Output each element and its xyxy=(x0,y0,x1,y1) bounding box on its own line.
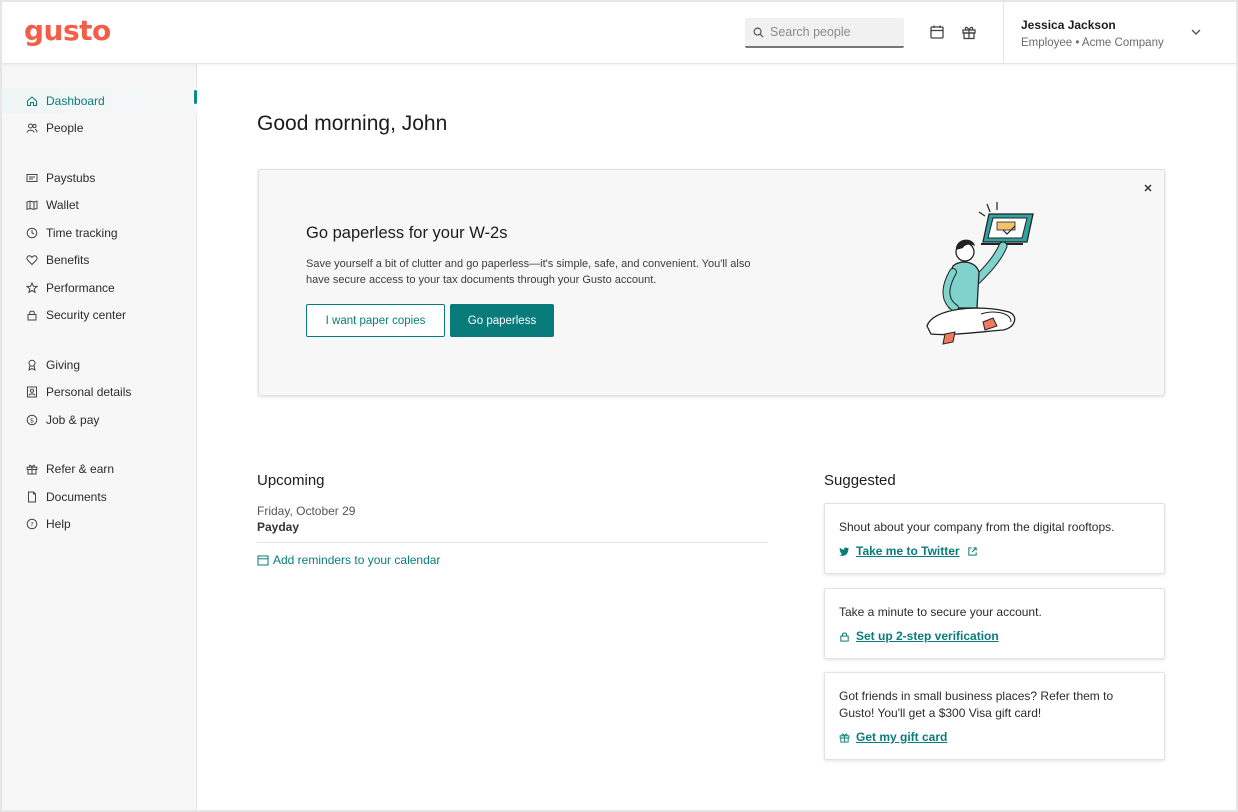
suggestion-card-referral: Got friends in small business places? Re… xyxy=(824,672,1165,760)
paperless-banner: Go paperless for your W-2s Save yourself… xyxy=(258,169,1165,396)
close-icon[interactable] xyxy=(1142,182,1154,194)
document-icon xyxy=(28,491,36,503)
sidebar-item-performance[interactable]: Performance xyxy=(2,275,197,301)
gift-card-link-label: Get my gift card xyxy=(856,730,948,744)
twitter-icon xyxy=(839,546,850,556)
sidebar-item-giving[interactable]: Giving xyxy=(2,352,197,378)
chevron-down-icon[interactable] xyxy=(1190,26,1202,38)
twitter-link-label: Take me to Twitter xyxy=(856,544,960,558)
person-laptop-illustration xyxy=(926,202,1034,345)
banner-title: Go paperless for your W-2s xyxy=(306,224,508,242)
search-box[interactable] xyxy=(745,18,904,48)
sidebar-item-label: Personal details xyxy=(46,385,132,399)
user-name: Jessica Jackson xyxy=(1021,18,1116,32)
suggestion-text: Shout about your company from the digita… xyxy=(839,520,1115,534)
sidebar-item-label: Wallet xyxy=(46,198,79,212)
gift-card-link[interactable]: Get my gift card xyxy=(839,730,1150,744)
sidebar-item-label: Documents xyxy=(46,490,107,504)
add-reminders-link[interactable]: Add reminders to your calendar xyxy=(257,553,440,567)
sidebar-item-people[interactable]: People xyxy=(2,115,197,141)
paper-copies-button[interactable]: I want paper copies xyxy=(306,304,445,337)
app-window: gusto Jessica Jackson Employee • Acme Co… xyxy=(2,2,1236,810)
star-icon xyxy=(26,282,38,294)
sidebar-item-wallet[interactable]: Wallet xyxy=(2,192,197,218)
sidebar-item-label: People xyxy=(46,121,84,135)
gusto-logo[interactable]: gusto xyxy=(24,14,111,47)
sidebar-item-help[interactable]: ? Help xyxy=(2,511,197,537)
banner-body: Save yourself a bit of clutter and go pa… xyxy=(306,258,751,286)
sidebar-item-label: Performance xyxy=(46,281,115,295)
sidebar: Dashboard People Paystubs Wallet Time tr… xyxy=(2,64,197,810)
paystub-icon xyxy=(26,174,38,182)
heart-icon xyxy=(26,255,38,266)
sidebar-item-personal-details[interactable]: Personal details xyxy=(2,379,197,405)
lock-icon xyxy=(27,310,37,321)
sidebar-item-label: Refer & earn xyxy=(46,462,115,476)
calendar-icon[interactable] xyxy=(929,24,945,40)
sidebar-item-label: Dashboard xyxy=(46,94,105,108)
gift-icon xyxy=(839,733,850,743)
search-input[interactable] xyxy=(770,25,900,39)
sidebar-item-label: Giving xyxy=(46,358,81,372)
divider xyxy=(257,542,768,543)
sidebar-item-job-pay[interactable]: $ Job & pay xyxy=(2,407,197,433)
svg-text:?: ? xyxy=(30,520,33,528)
sidebar-item-label: Help xyxy=(46,517,71,531)
sidebar-item-refer-earn[interactable]: Refer & earn xyxy=(2,456,197,482)
go-paperless-button[interactable]: Go paperless xyxy=(450,304,554,337)
sidebar-item-benefits[interactable]: Benefits xyxy=(2,247,197,273)
sidebar-item-label: Job & pay xyxy=(46,413,100,427)
add-reminders-label: Add reminders to your calendar xyxy=(273,553,441,567)
top-bar: gusto Jessica Jackson Employee • Acme Co… xyxy=(2,2,1236,64)
suggested-title: Suggested xyxy=(824,472,896,489)
suggestion-card-twitter: Shout about your company from the digita… xyxy=(824,503,1165,574)
gift-icon xyxy=(26,464,38,475)
two-step-verification-link[interactable]: Set up 2-step verification xyxy=(839,629,1150,643)
lock-icon xyxy=(840,631,849,642)
help-icon: ? xyxy=(26,518,38,530)
sidebar-item-label: Security center xyxy=(46,308,127,322)
ribbon-icon xyxy=(28,359,36,371)
upcoming-date: Friday, October 29 xyxy=(257,504,356,518)
wallet-icon xyxy=(26,200,38,210)
page-greeting: Good morning, John xyxy=(257,112,448,135)
sidebar-item-label: Benefits xyxy=(46,253,90,267)
calendar-icon xyxy=(257,555,269,566)
upcoming-title: Upcoming xyxy=(257,472,325,489)
sidebar-item-security-center[interactable]: Security center xyxy=(2,302,197,328)
sidebar-item-paystubs[interactable]: Paystubs xyxy=(2,165,197,191)
external-link-icon xyxy=(967,546,977,556)
gift-icon[interactable] xyxy=(961,24,977,40)
sidebar-item-label: Time tracking xyxy=(46,226,118,240)
people-icon xyxy=(26,123,38,133)
suggestion-text: Take a minute to secure your account. xyxy=(839,605,1042,619)
user-role: Employee • Acme Company xyxy=(1021,37,1164,49)
search-icon xyxy=(753,27,764,38)
svg-text:$: $ xyxy=(30,416,34,424)
sidebar-item-documents[interactable]: Documents xyxy=(2,484,197,510)
suggestion-card-2fa: Take a minute to secure your account. Se… xyxy=(824,588,1165,659)
dollar-icon: $ xyxy=(26,414,38,426)
id-card-icon xyxy=(27,386,37,398)
sidebar-item-dashboard[interactable]: Dashboard xyxy=(2,88,197,114)
sidebar-item-time-tracking[interactable]: Time tracking xyxy=(2,220,197,246)
clock-icon xyxy=(26,227,38,239)
two-step-link-label: Set up 2-step verification xyxy=(856,629,999,643)
suggestion-text: Got friends in small business places? Re… xyxy=(839,689,1114,720)
user-menu[interactable]: Jessica Jackson Employee • Acme Company xyxy=(1003,2,1236,64)
twitter-link[interactable]: Take me to Twitter xyxy=(839,544,1150,558)
upcoming-event: Payday xyxy=(257,520,300,534)
sidebar-item-label: Paystubs xyxy=(46,171,96,185)
home-icon xyxy=(27,96,37,106)
